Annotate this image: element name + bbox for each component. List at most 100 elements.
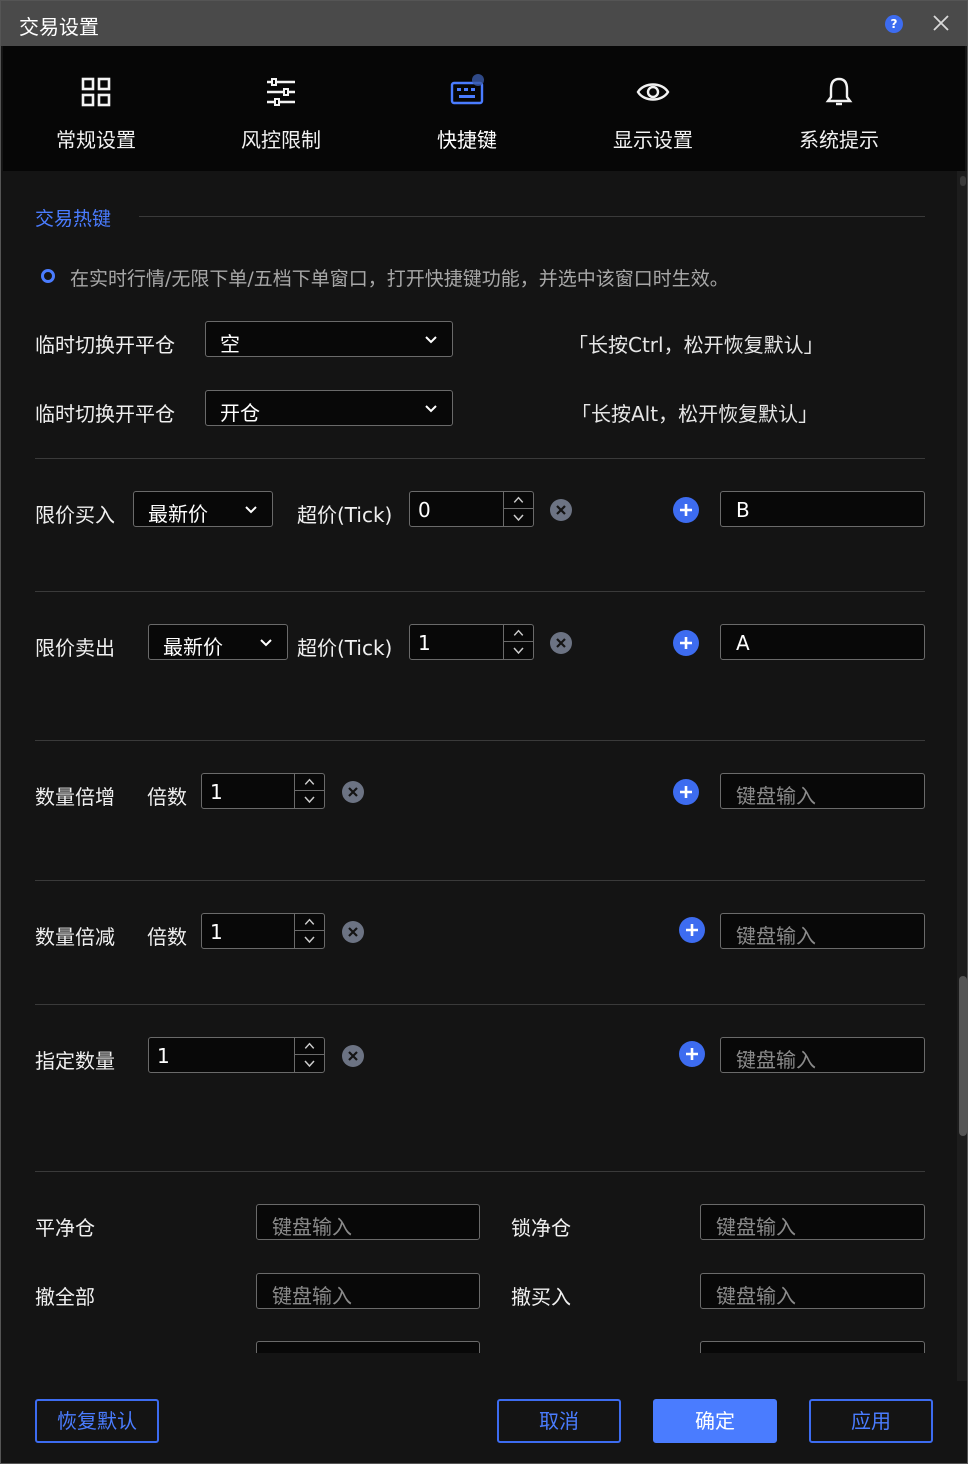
qty-decrease-key-input[interactable]: 键盘输入 bbox=[720, 913, 925, 949]
chevron-down-icon[interactable] bbox=[295, 791, 324, 808]
stepper-value: 1 bbox=[210, 780, 223, 804]
tab-general[interactable]: 常规设置 bbox=[21, 46, 171, 171]
grid-key-label: 撤全部 bbox=[35, 1285, 95, 1309]
stepper-buttons bbox=[294, 774, 324, 808]
chevron-down-icon[interactable] bbox=[504, 509, 533, 526]
limit-sell-tick-stepper[interactable]: 1 bbox=[409, 624, 534, 660]
tab-label: 系统提示 bbox=[799, 128, 879, 152]
tab-display[interactable]: 显示设置 bbox=[578, 46, 728, 171]
chevron-down-icon[interactable] bbox=[504, 642, 533, 659]
qty-fixed-label: 指定数量 bbox=[35, 1049, 115, 1073]
key-placeholder: 键盘输入 bbox=[716, 1215, 796, 1239]
key-input-partial[interactable] bbox=[256, 1341, 480, 1353]
chevron-down-icon bbox=[260, 639, 272, 647]
tick-label: 超价(Tick) bbox=[297, 636, 393, 660]
title-bar: 交易设置 ? bbox=[1, 1, 967, 46]
chevron-up-icon[interactable] bbox=[504, 625, 533, 642]
scrollbar-top-marker bbox=[960, 176, 966, 186]
info-bullet-icon bbox=[41, 269, 55, 283]
scrollbar-thumb[interactable] bbox=[959, 976, 967, 1136]
qty-fixed-key-input[interactable]: 键盘输入 bbox=[720, 1037, 925, 1073]
limit-buy-tick-stepper[interactable]: 0 bbox=[409, 491, 534, 527]
chevron-down-icon[interactable] bbox=[295, 931, 324, 948]
key-value: B bbox=[736, 498, 750, 522]
section-title: 交易热键 bbox=[35, 208, 112, 230]
limit-sell-price-select[interactable]: 最新价 bbox=[148, 624, 288, 660]
close-net-key-input[interactable]: 键盘输入 bbox=[256, 1204, 480, 1240]
row-divider bbox=[35, 591, 925, 592]
add-icon[interactable] bbox=[679, 917, 705, 943]
tab-hotkeys[interactable]: 快捷键 bbox=[392, 46, 542, 171]
scrollbar[interactable] bbox=[957, 171, 967, 1381]
qty-increase-stepper[interactable]: 1 bbox=[201, 773, 325, 809]
key-placeholder: 键盘输入 bbox=[736, 924, 816, 948]
tab-risk-control[interactable]: 风控限制 bbox=[206, 46, 356, 171]
clear-icon[interactable] bbox=[342, 1045, 364, 1067]
clear-icon[interactable] bbox=[342, 921, 364, 943]
select-value: 最新价 bbox=[148, 502, 208, 526]
chevron-down-icon bbox=[425, 336, 437, 344]
limit-buy-price-select[interactable]: 最新价 bbox=[133, 491, 273, 527]
key-placeholder: 键盘输入 bbox=[272, 1215, 352, 1239]
stepper-value: 0 bbox=[418, 498, 431, 522]
chevron-down-icon[interactable] bbox=[295, 1055, 324, 1072]
limit-buy-key-input[interactable]: B bbox=[720, 491, 925, 527]
tab-label: 显示设置 bbox=[613, 128, 693, 152]
window-title: 交易设置 bbox=[19, 15, 99, 39]
select-value: 最新价 bbox=[163, 635, 223, 659]
stepper-buttons bbox=[503, 492, 533, 526]
add-icon[interactable] bbox=[679, 1041, 705, 1067]
lock-net-key-input[interactable]: 键盘输入 bbox=[700, 1204, 925, 1240]
add-icon[interactable] bbox=[673, 630, 699, 656]
cancel-button[interactable]: 取消 bbox=[497, 1399, 621, 1443]
toggle-alt-select[interactable]: 开仓 bbox=[205, 390, 453, 426]
alt-note: 「长按Alt，松开恢复默认」 bbox=[571, 402, 819, 426]
clear-icon[interactable] bbox=[550, 632, 572, 654]
chevron-up-icon[interactable] bbox=[504, 492, 533, 509]
key-placeholder: 键盘输入 bbox=[736, 1048, 816, 1072]
cancel-buy-key-input[interactable]: 键盘输入 bbox=[700, 1273, 925, 1309]
key-input-partial[interactable] bbox=[700, 1341, 925, 1353]
row-divider bbox=[35, 740, 925, 741]
stepper-value: 1 bbox=[418, 631, 431, 655]
key-placeholder: 键盘输入 bbox=[272, 1284, 352, 1308]
multiplier-label: 倍数 bbox=[147, 785, 187, 809]
eye-icon bbox=[636, 83, 670, 101]
section-divider bbox=[139, 216, 925, 217]
ok-button[interactable]: 确定 bbox=[653, 1399, 777, 1443]
qty-fixed-stepper[interactable]: 1 bbox=[148, 1037, 325, 1073]
add-icon[interactable] bbox=[673, 779, 699, 805]
toggle-open-close-label: 临时切换开平仓 bbox=[35, 402, 175, 426]
grid-key-label: 平净仓 bbox=[35, 1216, 95, 1240]
keyboard-icon bbox=[450, 74, 484, 105]
apply-button[interactable]: 应用 bbox=[809, 1399, 933, 1443]
key-placeholder: 键盘输入 bbox=[716, 1284, 796, 1308]
settings-tabs: 常规设置 风控限制 快捷键 显示设置 系统提示 bbox=[3, 46, 965, 171]
hotkey-settings-panel[interactable]: 交易热键 在实时行情/无限下单/五档下单窗口，打开快捷键功能，并选中该窗口时生效… bbox=[3, 171, 955, 1353]
clear-icon[interactable] bbox=[550, 499, 572, 521]
select-value: 空 bbox=[220, 332, 240, 356]
qty-increase-label: 数量倍增 bbox=[35, 785, 115, 809]
row-divider bbox=[35, 458, 925, 459]
chevron-up-icon[interactable] bbox=[295, 914, 324, 931]
limit-buy-label: 限价买入 bbox=[35, 503, 115, 527]
tick-label: 超价(Tick) bbox=[297, 503, 393, 527]
reset-defaults-button[interactable]: 恢复默认 bbox=[35, 1399, 159, 1443]
toggle-open-close-label: 临时切换开平仓 bbox=[35, 333, 175, 357]
tab-notifications[interactable]: 系统提示 bbox=[764, 46, 914, 171]
clear-icon[interactable] bbox=[342, 781, 364, 803]
chevron-up-icon[interactable] bbox=[295, 774, 324, 791]
tab-label: 快捷键 bbox=[437, 128, 497, 152]
toggle-ctrl-select[interactable]: 空 bbox=[205, 321, 453, 357]
row-divider bbox=[35, 1171, 925, 1172]
stepper-buttons bbox=[294, 1038, 324, 1072]
qty-increase-key-input[interactable]: 键盘输入 bbox=[720, 773, 925, 809]
chevron-up-icon[interactable] bbox=[295, 1038, 324, 1055]
close-icon[interactable] bbox=[929, 11, 953, 35]
qty-decrease-stepper[interactable]: 1 bbox=[201, 913, 325, 949]
help-icon[interactable]: ? bbox=[885, 15, 903, 33]
limit-sell-key-input[interactable]: A bbox=[720, 624, 925, 660]
add-icon[interactable] bbox=[673, 497, 699, 523]
cancel-all-key-input[interactable]: 键盘输入 bbox=[256, 1273, 480, 1309]
bell-icon bbox=[825, 77, 853, 106]
